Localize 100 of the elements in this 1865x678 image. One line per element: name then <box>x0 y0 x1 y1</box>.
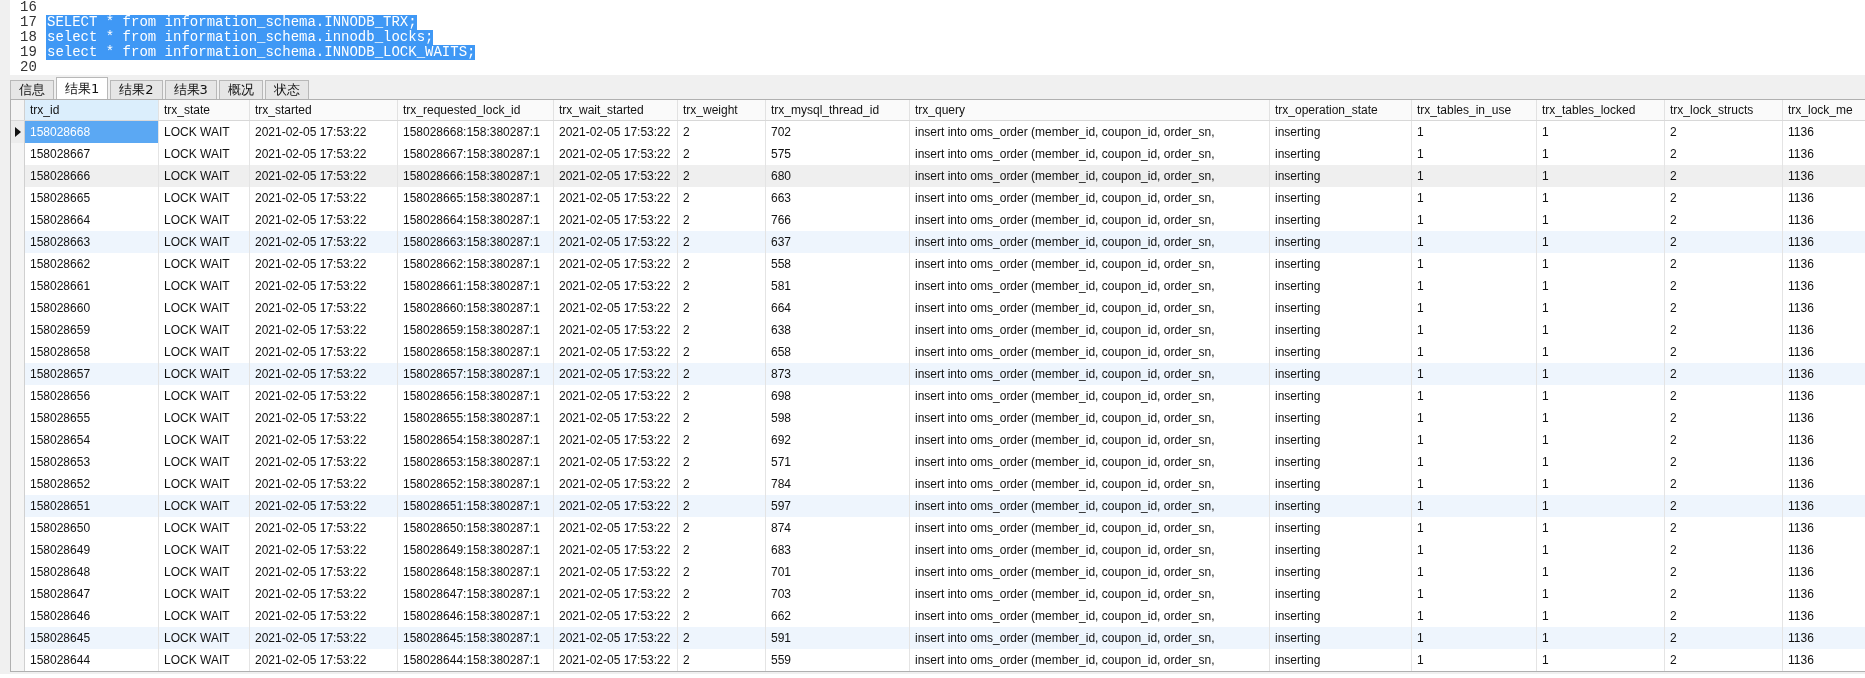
table-cell: 1136 <box>1783 495 1865 517</box>
table-cell: inserting <box>1270 627 1412 649</box>
table-cell: 581 <box>766 275 910 297</box>
table-cell: inserting <box>1270 253 1412 275</box>
table-cell: 158028648 <box>25 561 159 583</box>
table-cell: inserting <box>1270 121 1412 143</box>
column-header[interactable]: trx_query <box>910 100 1270 120</box>
result-tab[interactable]: 结果2 <box>110 80 163 99</box>
table-cell: 2021-02-05 17:53:22 <box>250 165 398 187</box>
table-cell: 2 <box>1665 297 1783 319</box>
table-cell: 1136 <box>1783 297 1865 319</box>
table-cell: 2 <box>678 253 766 275</box>
table-cell: insert into oms_order (member_id, coupon_id, order_sn, <box>910 649 1270 671</box>
table-cell: 158028645:158:380287:1 <box>398 627 554 649</box>
table-cell: 1 <box>1412 275 1537 297</box>
table-cell: insert into oms_order (member_id, coupon_id, order_sn, <box>910 627 1270 649</box>
table-cell: LOCK WAIT <box>159 429 250 451</box>
table-cell: 158028647 <box>25 583 159 605</box>
table-cell: 1136 <box>1783 187 1865 209</box>
table-cell: 158028656 <box>25 385 159 407</box>
table-cell: 1 <box>1537 297 1665 319</box>
table-cell: 1 <box>1412 253 1537 275</box>
table-cell: 2021-02-05 17:53:22 <box>250 583 398 605</box>
table-cell: 2021-02-05 17:53:22 <box>250 385 398 407</box>
column-header[interactable]: trx_tables_in_use <box>1412 100 1537 120</box>
column-header[interactable]: trx_requested_lock_id <box>398 100 554 120</box>
table-cell: 2021-02-05 17:53:22 <box>250 561 398 583</box>
line-number: 19 <box>19 45 38 60</box>
table-cell: 2021-02-05 17:53:22 <box>250 319 398 341</box>
line-number: 20 <box>19 60 38 75</box>
table-cell: 158028660 <box>25 297 159 319</box>
column-header[interactable]: trx_id <box>25 100 159 120</box>
column-header[interactable]: trx_lock_structs <box>1665 100 1783 120</box>
table-cell: 1 <box>1412 627 1537 649</box>
table-cell: LOCK WAIT <box>159 319 250 341</box>
table-cell: 1 <box>1412 451 1537 473</box>
table-cell: 2021-02-05 17:53:22 <box>250 495 398 517</box>
column-header[interactable]: trx_lock_me <box>1783 100 1865 120</box>
table-cell: 683 <box>766 539 910 561</box>
column-header[interactable]: trx_weight <box>678 100 766 120</box>
table-cell: insert into oms_order (member_id, coupon_id, order_sn, <box>910 495 1270 517</box>
table-cell: 1 <box>1412 165 1537 187</box>
table-cell: 158028648:158:380287:1 <box>398 561 554 583</box>
column-header[interactable]: trx_started <box>250 100 398 120</box>
table-cell: 2021-02-05 17:53:22 <box>554 407 678 429</box>
table-cell: 591 <box>766 627 910 649</box>
table-cell: 2 <box>1665 121 1783 143</box>
table-cell: 1 <box>1537 539 1665 561</box>
table-cell: LOCK WAIT <box>159 363 250 385</box>
table-cell: 2 <box>678 385 766 407</box>
table-cell: 1136 <box>1783 451 1865 473</box>
table-cell: 874 <box>766 517 910 539</box>
column-header[interactable]: trx_tables_locked <box>1537 100 1665 120</box>
table-cell: insert into oms_order (member_id, coupon_id, order_sn, <box>910 517 1270 539</box>
column-header[interactable]: trx_mysql_thread_id <box>766 100 910 120</box>
table-cell: 1 <box>1537 253 1665 275</box>
table-cell: 1 <box>1537 561 1665 583</box>
table-cell: 2 <box>1665 429 1783 451</box>
table-cell: LOCK WAIT <box>159 539 250 561</box>
table-cell: 2 <box>1665 231 1783 253</box>
table-cell: insert into oms_order (member_id, coupon_id, order_sn, <box>910 121 1270 143</box>
result-tab[interactable]: 结果1 <box>56 77 109 99</box>
table-cell: LOCK WAIT <box>159 451 250 473</box>
table-cell: 158028653:158:380287:1 <box>398 451 554 473</box>
table-cell: 1136 <box>1783 253 1865 275</box>
table-cell: 1136 <box>1783 561 1865 583</box>
column-header[interactable]: trx_state <box>159 100 250 120</box>
table-cell: inserting <box>1270 517 1412 539</box>
table-cell: 158028663 <box>25 231 159 253</box>
table-cell: 2021-02-05 17:53:22 <box>554 253 678 275</box>
table-cell: inserting <box>1270 187 1412 209</box>
column-header[interactable]: trx_operation_state <box>1270 100 1412 120</box>
result-tab[interactable]: 信息 <box>10 80 54 99</box>
table-cell: 2021-02-05 17:53:22 <box>554 385 678 407</box>
line-number: 16 <box>19 0 38 15</box>
row-selector[interactable] <box>11 121 25 143</box>
result-tab[interactable]: 结果3 <box>164 80 217 99</box>
table-cell: 158028653 <box>25 451 159 473</box>
table-cell: 2021-02-05 17:53:22 <box>554 297 678 319</box>
table-cell: 2 <box>1665 539 1783 561</box>
table-cell: LOCK WAIT <box>159 385 250 407</box>
table-cell: 1 <box>1412 561 1537 583</box>
table-cell: 2 <box>1665 275 1783 297</box>
table-cell: 1 <box>1537 319 1665 341</box>
table-cell: 158028655:158:380287:1 <box>398 407 554 429</box>
table-cell: 2 <box>678 583 766 605</box>
column-header[interactable]: trx_wait_started <box>554 100 678 120</box>
table-cell: 2021-02-05 17:53:22 <box>554 429 678 451</box>
table-cell: 158028666 <box>25 165 159 187</box>
table-cell: LOCK WAIT <box>159 517 250 539</box>
table-cell: 2021-02-05 17:53:22 <box>250 121 398 143</box>
result-tab[interactable]: 状态 <box>264 80 309 99</box>
table-cell: inserting <box>1270 275 1412 297</box>
result-tab[interactable]: 概况 <box>218 80 263 99</box>
table-cell: 158028659:158:380287:1 <box>398 319 554 341</box>
table-cell: 2 <box>678 495 766 517</box>
table-cell: 597 <box>766 495 910 517</box>
table-cell: 2021-02-05 17:53:22 <box>554 319 678 341</box>
table-cell: 158028657:158:380287:1 <box>398 363 554 385</box>
table-cell: 158028651 <box>25 495 159 517</box>
